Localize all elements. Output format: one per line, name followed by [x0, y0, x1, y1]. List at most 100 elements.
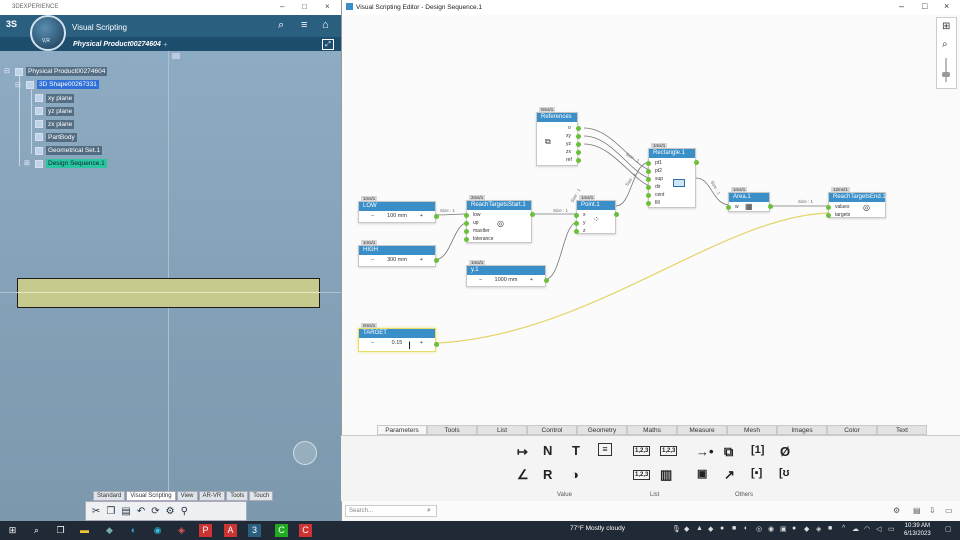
collapse-icon[interactable]: ⊟ [15, 81, 21, 89]
node-rectangle[interactable]: 1ms/1 Rectangle.1 pt1 pt2 sup dir cent f… [646, 143, 699, 208]
mic-icon[interactable]: 🎙 [672, 525, 681, 533]
settings-icon[interactable]: ⚙ [893, 506, 900, 515]
menu-icon[interactable]: ≡ [301, 19, 307, 31]
battery-icon[interactable]: ▭ [888, 525, 895, 533]
angle-param-icon[interactable]: ∠ [517, 467, 529, 483]
integer-param-icon[interactable]: N [543, 443, 552, 458]
cut-icon[interactable]: ✂ [92, 506, 100, 517]
output-port[interactable] [434, 214, 439, 219]
tab-physical-product[interactable]: Physical Product00274604 [73, 41, 161, 48]
tree-item-xy-plane[interactable]: xy plane [46, 94, 75, 103]
tab-visual-scripting[interactable]: Visual Scripting [126, 491, 176, 501]
tab-view[interactable]: View [176, 491, 198, 501]
script-icon[interactable]: ⚙ [166, 506, 175, 517]
bracket-u-icon[interactable]: [ʊ [779, 467, 790, 479]
file-explorer-icon[interactable]: ▬ [78, 524, 91, 537]
tray-icon[interactable]: ■ [828, 525, 832, 532]
app-icon[interactable]: ◆ [103, 524, 116, 537]
rectangle-geometry[interactable] [17, 278, 320, 308]
tab-mesh[interactable]: Mesh [727, 425, 777, 435]
tab-geometry[interactable]: Geometry [577, 425, 627, 435]
onedrive-icon[interactable]: ☁ [852, 525, 859, 533]
zoom-icon[interactable]: ⌕ [942, 39, 948, 50]
tray-icon[interactable]: ◆ [804, 525, 809, 533]
layout-icon[interactable]: ▭ [945, 506, 953, 515]
tray-icon[interactable]: ■ [732, 525, 736, 532]
output-port[interactable] [768, 204, 773, 209]
chevron-up-icon[interactable]: ^ [842, 525, 845, 532]
empty-set-icon[interactable]: Ø [780, 444, 790, 459]
tab-control[interactable]: Control [527, 425, 577, 435]
node-low[interactable]: 1ms/1 LOW − 100 mm + [358, 196, 439, 223]
flow-icon[interactable]: ⚲ [181, 506, 188, 517]
update-icon[interactable]: ⟳ [151, 506, 159, 517]
tree-item-zx-plane[interactable]: zx plane [46, 120, 75, 129]
output-port[interactable] [614, 212, 619, 217]
text-block-icon[interactable]: ≡ [598, 443, 612, 456]
increment-button[interactable]: + [530, 277, 533, 283]
input-port[interactable] [826, 205, 831, 210]
output-port[interactable] [576, 150, 581, 155]
close-icon[interactable]: × [944, 1, 949, 11]
collapse-icon[interactable]: ⊟ [4, 67, 10, 75]
powerpoint-icon[interactable]: P [199, 524, 212, 537]
tray-icon[interactable]: ● [720, 525, 724, 532]
list-range-icon[interactable]: 1,2,3 [660, 446, 678, 456]
tray-icon[interactable]: ◆ [684, 525, 689, 533]
length-param-icon[interactable]: ↦ [517, 444, 528, 460]
input-port[interactable] [646, 193, 651, 198]
output-port[interactable] [434, 258, 439, 263]
tree-collapse-handle[interactable] [172, 53, 180, 59]
tab-parameters[interactable]: Parameters [377, 425, 427, 435]
export-icon[interactable]: ⇩ [929, 506, 936, 515]
wifi-icon[interactable]: ◠ [864, 525, 870, 533]
paste-icon[interactable]: ▤ [121, 506, 130, 517]
expand-tree-icon[interactable]: ⊞ [24, 159, 30, 167]
tray-icon[interactable]: ● [792, 525, 796, 532]
expand-icon[interactable]: ⤢ [322, 39, 334, 50]
tree-item-yz-plane[interactable]: yz plane [46, 107, 75, 116]
minimize-icon[interactable]: – [280, 2, 284, 11]
minimize-icon[interactable]: – [899, 1, 904, 11]
input-port[interactable] [464, 229, 469, 234]
zoom-slider-thumb[interactable] [942, 72, 950, 77]
search-icon[interactable]: ⌕ [427, 507, 431, 515]
input-port[interactable] [464, 237, 469, 242]
node-point[interactable]: 1ms/1 Point.1 x y z ⁘ [574, 195, 619, 234]
output-port[interactable] [576, 158, 581, 163]
node-reach-targets-start[interactable]: 2ms/1 ReachTargetsStart.1 low up maxIter… [464, 195, 535, 243]
input-port[interactable] [646, 169, 651, 174]
tree-item-design-sequence[interactable]: Design Sequence.1 [46, 159, 107, 168]
real-param-icon[interactable]: R [543, 467, 552, 482]
tab-text[interactable]: Text [877, 425, 927, 435]
input-port[interactable] [646, 161, 651, 166]
input-port[interactable] [646, 201, 651, 206]
weather-status[interactable]: 77°F Mostly cloudy [570, 525, 625, 532]
ds-logo-icon[interactable]: 3S [6, 19, 17, 29]
tab-ar-vr[interactable]: AR-VR [198, 491, 226, 501]
tag-icon[interactable]: ⌂ [322, 19, 329, 31]
target-value-field[interactable]: − 0.15 + [364, 340, 430, 348]
input-port[interactable] [464, 213, 469, 218]
list-table-icon[interactable]: ▥ [660, 467, 672, 483]
tray-icon[interactable]: ◆ [708, 525, 713, 533]
increment-button[interactable]: + [420, 257, 423, 263]
volume-icon[interactable]: ◁ [876, 525, 881, 533]
maximize-icon[interactable]: □ [922, 1, 927, 11]
input-port[interactable] [574, 213, 579, 218]
close-icon[interactable]: × [325, 2, 330, 11]
node-area[interactable]: 1ms/1 Area.1 w ▦ [726, 187, 773, 212]
tree-item-3d-shape[interactable]: 3D Shape00267331 [37, 80, 99, 89]
output-port[interactable] [434, 342, 439, 347]
tab-measure[interactable]: Measure [677, 425, 727, 435]
library-search-input[interactable]: Search... [345, 505, 437, 517]
list-icon[interactable]: 1,2,3 [633, 446, 651, 456]
increment-button[interactable]: + [420, 340, 423, 346]
app-icon[interactable]: C [299, 524, 312, 537]
output-port[interactable] [576, 134, 581, 139]
input-port[interactable] [726, 205, 731, 210]
y1-value-field[interactable]: − 1000 mm + [472, 277, 540, 285]
increment-button[interactable]: + [420, 213, 423, 219]
node-references[interactable]: 0ms/1 References o xy yz zx ref ⧉ [536, 107, 581, 166]
boolean-param-icon[interactable]: ◑ [571, 467, 579, 482]
